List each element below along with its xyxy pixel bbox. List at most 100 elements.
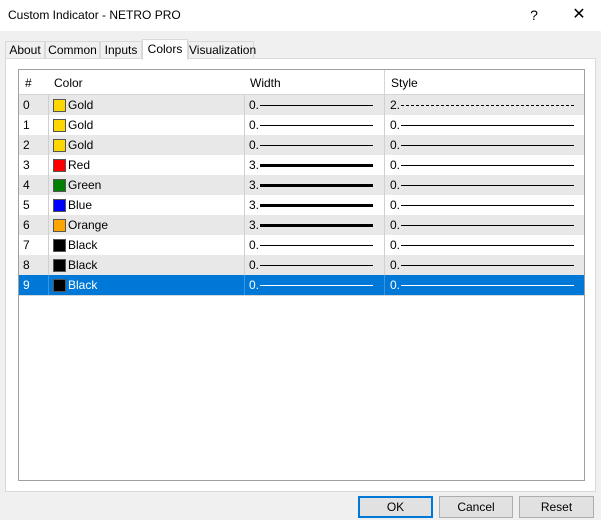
tab-about[interactable]: About xyxy=(5,41,45,59)
style-value: 0. xyxy=(390,238,401,252)
color-cell[interactable]: Green xyxy=(48,175,245,195)
color-cell[interactable]: Orange xyxy=(48,215,245,235)
style-line-sample xyxy=(401,145,574,146)
color-cell[interactable]: Blue xyxy=(48,195,245,215)
width-cell[interactable]: 0. xyxy=(244,235,385,255)
color-swatch xyxy=(53,259,66,272)
table-row[interactable]: 1 Gold 0. 0. xyxy=(19,115,584,136)
table-row[interactable]: 0 Gold 0. 2. xyxy=(19,95,584,116)
table-row[interactable]: 5 Blue 3. 0. xyxy=(19,195,584,216)
cancel-button[interactable]: Cancel xyxy=(439,496,513,518)
style-value: 0. xyxy=(390,278,401,292)
header-style[interactable]: Style xyxy=(385,70,584,95)
width-cell[interactable]: 0. xyxy=(244,275,385,295)
style-cell[interactable]: 0. xyxy=(385,135,584,155)
colors-grid: # Color Width Style 0 Gold 0. 2. 1 Gold 0. 0. 2 G… xyxy=(18,69,585,481)
width-line-sample xyxy=(260,105,373,106)
color-cell[interactable]: Gold xyxy=(48,95,245,115)
row-number: 7 xyxy=(23,238,30,252)
color-swatch xyxy=(53,179,66,192)
width-cell[interactable]: 0. xyxy=(244,115,385,135)
width-cell[interactable]: 3. xyxy=(244,195,385,215)
color-swatch xyxy=(53,159,66,172)
style-value: 0. xyxy=(390,138,401,152)
reset-button[interactable]: Reset xyxy=(519,496,594,518)
row-number-cell: 2 xyxy=(19,135,49,155)
width-cell[interactable]: 0. xyxy=(244,95,385,115)
width-line-sample xyxy=(260,224,373,227)
color-swatch xyxy=(53,99,66,112)
row-number-cell: 3 xyxy=(19,155,49,175)
style-cell[interactable]: 0. xyxy=(385,215,584,235)
width-line-sample xyxy=(260,285,373,286)
color-name: Gold xyxy=(68,118,94,132)
width-cell[interactable]: 3. xyxy=(244,175,385,195)
color-cell[interactable]: Black xyxy=(48,235,245,255)
color-name: Gold xyxy=(68,98,94,112)
color-swatch xyxy=(53,119,66,132)
header-width[interactable]: Width xyxy=(244,70,385,95)
width-cell[interactable]: 0. xyxy=(244,135,385,155)
table-row[interactable]: 2 Gold 0. 0. xyxy=(19,135,584,156)
style-line-sample xyxy=(401,245,574,246)
row-number-cell: 8 xyxy=(19,255,49,275)
width-value: 0. xyxy=(249,238,260,252)
tab-inputs[interactable]: Inputs xyxy=(100,41,142,59)
color-name: Black xyxy=(68,238,98,252)
table-row[interactable]: 8 Black 0. 0. xyxy=(19,255,584,276)
color-cell[interactable]: Gold xyxy=(48,115,245,135)
colors-panel: # Color Width Style 0 Gold 0. 2. 1 Gold 0. 0. 2 G… xyxy=(5,58,596,492)
color-cell[interactable]: Gold xyxy=(48,135,245,155)
style-value: 0. xyxy=(390,258,401,272)
width-value: 3. xyxy=(249,158,260,172)
row-number-cell: 0 xyxy=(19,95,49,115)
color-cell[interactable]: Black xyxy=(48,275,245,295)
row-number-cell: 5 xyxy=(19,195,49,215)
row-number: 6 xyxy=(23,218,30,232)
window-title: Custom Indicator - NETRO PRO xyxy=(8,8,181,22)
style-cell[interactable]: 0. xyxy=(385,195,584,215)
table-row[interactable]: 3 Red 3. 0. xyxy=(19,155,584,176)
style-cell[interactable]: 0. xyxy=(385,255,584,275)
tab-colors[interactable]: Colors xyxy=(142,39,188,60)
width-cell[interactable]: 3. xyxy=(244,155,385,175)
color-swatch xyxy=(53,199,66,212)
help-button[interactable]: ? xyxy=(523,4,545,26)
table-row[interactable]: 7 Black 0. 0. xyxy=(19,235,584,256)
color-name: Black xyxy=(68,278,98,292)
style-line-sample xyxy=(401,225,574,226)
table-row[interactable]: 9 Black 0. 0. xyxy=(19,275,584,296)
style-cell[interactable]: 0. xyxy=(385,175,584,195)
style-cell[interactable]: 0. xyxy=(385,155,584,175)
style-cell[interactable]: 0. xyxy=(385,235,584,255)
close-button[interactable]: ✕ xyxy=(566,4,592,26)
style-value: 2. xyxy=(390,98,401,112)
row-number: 0 xyxy=(23,98,30,112)
color-name: Green xyxy=(68,178,102,192)
ok-button[interactable]: OK xyxy=(358,496,433,518)
style-cell[interactable]: 0. xyxy=(385,275,584,295)
style-line-sample xyxy=(401,125,574,126)
width-cell[interactable]: 3. xyxy=(244,215,385,235)
style-value: 0. xyxy=(390,118,401,132)
header-num[interactable]: # xyxy=(19,70,49,95)
row-number: 9 xyxy=(23,278,30,292)
header-color[interactable]: Color xyxy=(48,70,245,95)
style-line-sample xyxy=(401,185,574,186)
style-value: 0. xyxy=(390,158,401,172)
style-line-sample xyxy=(401,265,574,266)
style-line-sample xyxy=(401,205,574,206)
tab-visualization[interactable]: Visualization xyxy=(188,41,256,59)
table-row[interactable]: 4 Green 3. 0. xyxy=(19,175,584,196)
color-cell[interactable]: Red xyxy=(48,155,245,175)
color-swatch xyxy=(53,239,66,252)
color-cell[interactable]: Black xyxy=(48,255,245,275)
style-cell[interactable]: 0. xyxy=(385,115,584,135)
table-row[interactable]: 6 Orange 3. 0. xyxy=(19,215,584,236)
width-line-sample xyxy=(260,204,373,207)
style-value: 0. xyxy=(390,178,401,192)
tab-common[interactable]: Common xyxy=(45,41,100,59)
width-cell[interactable]: 0. xyxy=(244,255,385,275)
style-cell[interactable]: 2. xyxy=(385,95,584,115)
color-name: Gold xyxy=(68,138,94,152)
